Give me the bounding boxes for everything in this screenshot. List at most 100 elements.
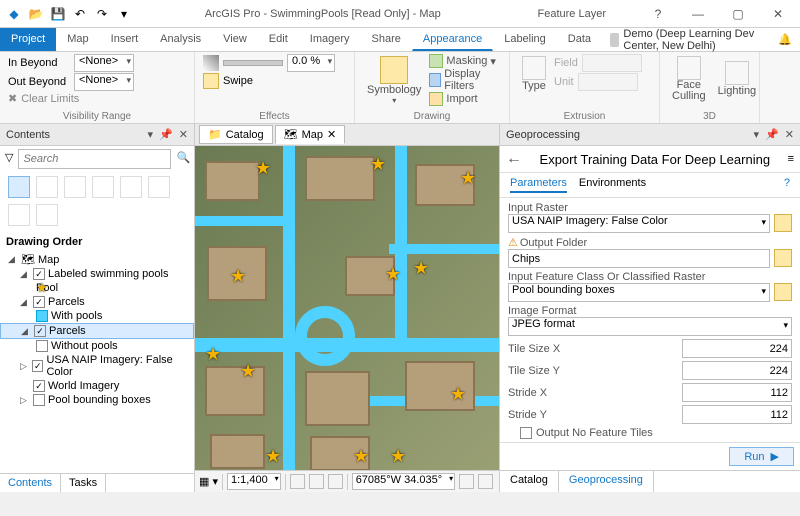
tab-labeling[interactable]: Labeling — [493, 28, 557, 51]
tool-menu-icon[interactable]: ≡ — [788, 153, 794, 165]
snapping-icon[interactable] — [309, 474, 324, 489]
scale-combo[interactable]: 1:1,400 — [227, 473, 281, 490]
redo-icon[interactable]: ↷ — [92, 4, 112, 24]
clear-limits-button[interactable]: ✖Clear Limits — [8, 92, 186, 105]
list-by-selection-icon[interactable] — [64, 176, 86, 198]
layer-world-imagery[interactable]: ▷✓World Imagery — [0, 379, 194, 393]
tab-imagery[interactable]: Imagery — [299, 28, 361, 51]
list-by-chart-icon[interactable] — [8, 204, 30, 226]
list-by-source-icon[interactable] — [36, 176, 58, 198]
search-input[interactable] — [18, 149, 171, 169]
swipe-button[interactable]: Swipe — [203, 73, 346, 89]
list-by-snapping-icon[interactable] — [120, 176, 142, 198]
more-icon[interactable]: ▾ — [114, 4, 134, 24]
browse-icon[interactable] — [774, 214, 792, 232]
layer-bounding-boxes[interactable]: ▷Pool bounding boxes — [0, 393, 194, 407]
list-by-labeling-icon[interactable] — [148, 176, 170, 198]
view-tab-map[interactable]: 🗺Map✕ — [275, 125, 346, 144]
out-beyond-combo[interactable]: <None> — [74, 73, 134, 91]
back-button[interactable]: ← — [506, 150, 522, 168]
checkbox[interactable]: ✓ — [32, 360, 43, 372]
input-raster-select[interactable]: USA NAIP Imagery: False Color — [508, 214, 770, 233]
close-view-icon[interactable]: ✕ — [327, 128, 336, 141]
selection-icon[interactable]: ▦ ▾ — [199, 475, 218, 488]
display-filters-button[interactable]: Display Filters — [429, 68, 501, 92]
minimize-button[interactable]: — — [684, 7, 712, 21]
tab-project[interactable]: Project — [0, 28, 56, 51]
tab-parameters[interactable]: Parameters — [510, 177, 567, 193]
in-beyond-combo[interactable]: <None> — [74, 54, 134, 72]
browse-icon[interactable] — [774, 283, 792, 301]
grid-icon[interactable] — [328, 474, 343, 489]
list-by-drawing-icon[interactable] — [8, 176, 30, 198]
map-node[interactable]: ◢🗺Map — [0, 252, 194, 267]
refresh-icon[interactable] — [478, 474, 493, 489]
layer-parcels[interactable]: ◢✓Parcels — [0, 323, 194, 339]
tab-appearance[interactable]: Appearance — [412, 28, 493, 51]
notifications-icon[interactable]: 🔔 — [778, 33, 792, 46]
map-canvas[interactable]: ★ ★ ★ ★ ★ ★ ★ ★ ★ ★ ★ ★ — [195, 146, 499, 470]
masking-button[interactable]: Masking ▾ — [429, 54, 501, 68]
list-by-perspective-icon[interactable] — [36, 204, 58, 226]
new-project-icon[interactable]: ◆ — [4, 4, 24, 24]
input-fc-select[interactable]: Pool bounding boxes — [508, 283, 770, 302]
list-by-editing-icon[interactable] — [92, 176, 114, 198]
symbol-with-pools[interactable]: With pools — [0, 309, 194, 323]
stride-x-input[interactable] — [682, 383, 792, 402]
symbol-pool[interactable]: ★Pool — [0, 281, 194, 295]
layer-labeled-pools[interactable]: ◢✓Labeled swimming pools — [0, 267, 194, 281]
transparency-slider[interactable] — [223, 60, 283, 66]
transparency-value[interactable]: 0.0 % — [287, 54, 335, 72]
view-tab-catalog[interactable]: 📁Catalog — [199, 125, 273, 144]
zoom-tool-icon[interactable] — [290, 474, 305, 489]
checkbox[interactable]: ✓ — [33, 296, 45, 308]
tile-size-y-input[interactable] — [682, 361, 792, 380]
layer-parcels-group[interactable]: ◢✓Parcels — [0, 295, 194, 309]
account-menu[interactable]: Demo (Deep Learning Dev Center, New Delh… — [602, 28, 800, 51]
image-format-select[interactable]: JPEG format — [508, 317, 792, 336]
coords-display[interactable]: 67085°W 34.035° — [352, 473, 455, 490]
close-button[interactable]: ✕ — [764, 7, 792, 21]
tab-edit[interactable]: Edit — [258, 28, 299, 51]
browse-icon[interactable] — [774, 249, 792, 267]
save-icon[interactable]: 💾 — [48, 4, 68, 24]
layer-naip[interactable]: ▷✓USA NAIP Imagery: False Color — [0, 353, 194, 379]
checkbox[interactable]: ✓ — [33, 380, 45, 392]
checkbox[interactable] — [33, 394, 45, 406]
bottom-tab-tasks[interactable]: Tasks — [61, 474, 106, 492]
run-button[interactable]: Run▶ — [729, 447, 794, 466]
symbology-button[interactable]: Symbology▾ — [363, 54, 425, 107]
pause-drawing-icon[interactable] — [459, 474, 474, 489]
tab-share[interactable]: Share — [361, 28, 412, 51]
autohide-icon[interactable]: 📌 — [159, 128, 173, 141]
tab-insert[interactable]: Insert — [100, 28, 150, 51]
checkbox[interactable]: ✓ — [33, 268, 45, 280]
filter-icon[interactable]: ▽ — [3, 149, 15, 169]
help-button[interactable]: ? — [644, 7, 672, 21]
tab-analysis[interactable]: Analysis — [149, 28, 212, 51]
checkbox[interactable]: ✓ — [34, 325, 46, 337]
tile-size-x-input[interactable] — [682, 339, 792, 358]
footer-tab-catalog[interactable]: Catalog — [500, 471, 559, 492]
tool-help-icon[interactable]: ? — [784, 177, 790, 193]
no-feature-checkbox[interactable] — [520, 427, 532, 439]
footer-tab-geoprocessing[interactable]: Geoprocessing — [559, 471, 654, 492]
options-icon[interactable]: ▾ — [754, 128, 760, 141]
transparency-icon[interactable] — [203, 55, 219, 71]
import-button[interactable]: Import — [429, 92, 501, 106]
close-pane-icon[interactable]: ✕ — [785, 128, 794, 141]
undo-icon[interactable]: ↶ — [70, 4, 90, 24]
search-icon[interactable]: 🔍 — [174, 149, 192, 169]
tab-map[interactable]: Map — [56, 28, 99, 51]
tab-data[interactable]: Data — [557, 28, 602, 51]
autohide-icon[interactable]: 📌 — [765, 128, 779, 141]
tab-environments[interactable]: Environments — [579, 177, 646, 193]
bottom-tab-contents[interactable]: Contents — [0, 474, 61, 492]
stride-y-input[interactable] — [682, 405, 792, 424]
symbol-without-pools[interactable]: Without pools — [0, 339, 194, 353]
output-folder-input[interactable] — [508, 249, 770, 268]
open-icon[interactable]: 📂 — [26, 4, 46, 24]
maximize-button[interactable]: ▢ — [724, 7, 752, 21]
tab-view[interactable]: View — [212, 28, 258, 51]
close-pane-icon[interactable]: ✕ — [179, 128, 188, 141]
